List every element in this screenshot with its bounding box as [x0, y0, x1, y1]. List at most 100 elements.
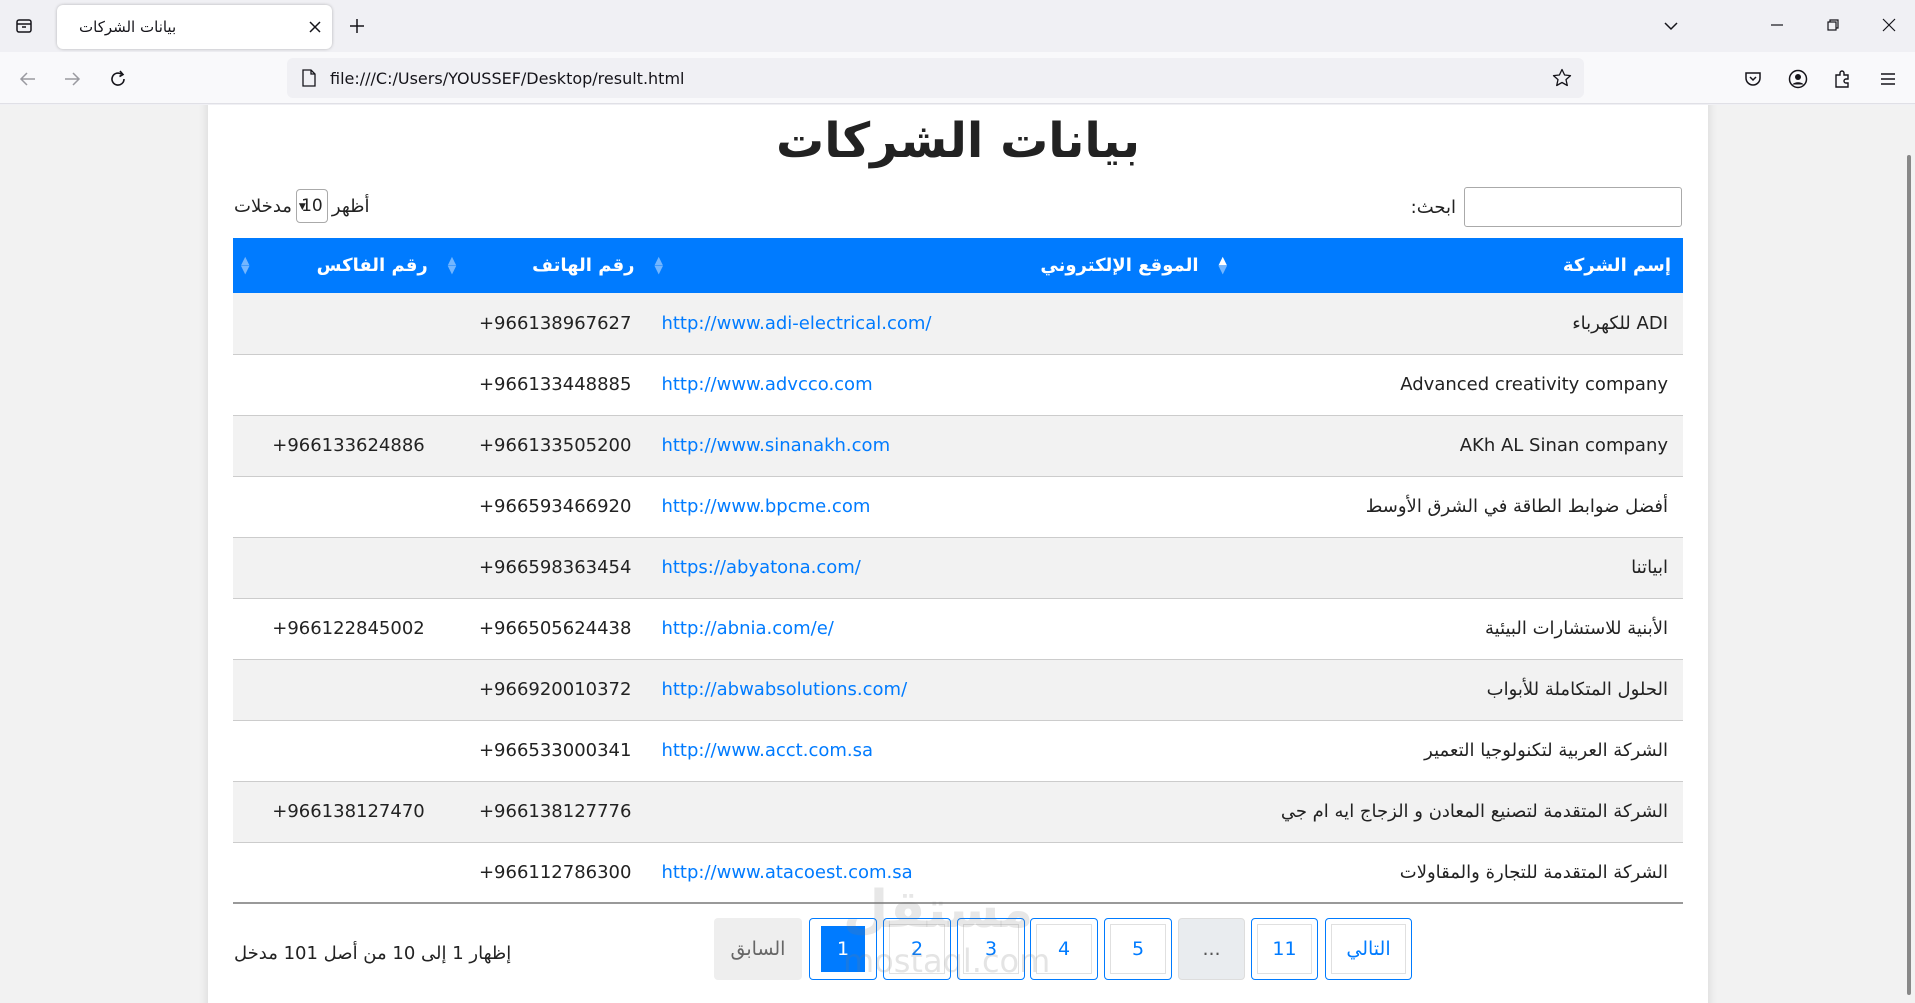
length-control: أظهر 10 ▼ مدخلات — [234, 189, 369, 223]
forward-arrow-icon[interactable] — [56, 63, 88, 95]
pagination-previous-button[interactable]: السابق — [714, 918, 802, 980]
website-cell — [646, 781, 1211, 843]
table-row: الشركة العربية لتكنولوجيا التعمير http://… — [233, 720, 1683, 782]
table-row: AKh AL Sinan company http://www.sinanakh.… — [233, 415, 1683, 477]
phone-cell: +966138967627 — [439, 293, 647, 355]
table-row: الشركة المتقدمة لتصنيع المعادن و الزجاج … — [233, 781, 1683, 843]
phone-cell: +966533000341 — [439, 720, 647, 782]
website-cell: http://www.advcco.com — [646, 354, 1211, 416]
pagination-page-11[interactable]: 11 — [1251, 918, 1318, 980]
company-name-cell: الحلول المتكاملة للأبواب — [1210, 659, 1683, 721]
fax-cell: +966133624886 — [233, 415, 440, 477]
search-label: :ابحث — [1410, 196, 1456, 218]
page-viewport: بيانات الشركات أظهر 10 ▼ مدخلات :ابحث إس… — [0, 105, 1915, 1003]
phone-cell: +966133505200 — [439, 415, 647, 477]
chevron-down-icon: ▼ — [298, 202, 306, 212]
fax-cell: +966122845002 — [233, 598, 440, 660]
fax-cell: +966138127470 — [233, 781, 440, 843]
website-link[interactable]: http://www.adi-electrical.com/ — [661, 313, 931, 334]
column-header-fax[interactable]: رقم الفاكس ▲ ▼ — [233, 238, 440, 293]
page-title: بيانات الشركات — [776, 113, 1140, 169]
sort-icon: ▲ ▼ — [241, 254, 250, 276]
watermark-arabic: مستقل — [843, 880, 1034, 940]
length-entries-label: مدخلات — [234, 195, 292, 217]
website-cell: http://www.adi-electrical.com/ — [646, 293, 1211, 355]
table-row: أفضل ضوابط الطاقة في الشرق الأوسط http://… — [233, 476, 1683, 538]
website-link[interactable]: http://abwabsolutions.com/ — [661, 679, 907, 700]
table-row: الحلول المتكاملة للأبواب http://abwabsolu… — [233, 659, 1683, 721]
website-link[interactable]: http://www.sinanakh.com — [661, 435, 890, 456]
company-name-cell: الشركة المتقدمة لتصنيع المعادن و الزجاج … — [1210, 781, 1683, 843]
restore-icon[interactable] — [1816, 10, 1850, 40]
fax-cell — [233, 476, 440, 538]
new-tab-plus-icon[interactable] — [343, 12, 371, 40]
sort-icon: ▲ ▼ — [447, 254, 457, 276]
website-cell: http://www.bpcme.com — [646, 476, 1211, 538]
phone-cell: +966598363454 — [439, 537, 647, 599]
reload-icon[interactable] — [102, 63, 134, 95]
active-tab[interactable]: بيانات الشركات — [57, 5, 332, 49]
website-link[interactable]: http://www.bpcme.com — [661, 496, 870, 517]
close-icon[interactable] — [303, 15, 327, 39]
pocket-icon[interactable] — [1737, 63, 1769, 95]
company-name-cell: الشركة المتقدمة للتجارة والمقاولات — [1210, 842, 1683, 904]
back-arrow-icon[interactable] — [12, 63, 44, 95]
website-cell: https://abyatona.com/ — [646, 537, 1211, 599]
url-bar[interactable]: file:///C:/Users/YOUSSEF/Desktop/result.… — [287, 58, 1584, 98]
tab-bar: بيانات الشركات — [0, 0, 1915, 52]
phone-cell: +966138127776 — [439, 781, 647, 843]
vertical-scrollbar[interactable] — [1901, 105, 1915, 1003]
fax-cell — [233, 537, 440, 599]
website-cell: http://www.acct.com.sa — [646, 720, 1211, 782]
extensions-puzzle-icon[interactable] — [1827, 63, 1859, 95]
page-icon — [299, 68, 319, 88]
table-header-row: إسم الشركة ▲ ▼ الموقع الإلكتروني ▲ ▼ رقم ا… — [233, 238, 1683, 293]
fax-cell — [233, 720, 440, 782]
bookmark-star-icon[interactable] — [1548, 64, 1576, 92]
phone-cell: +966505624438 — [439, 598, 647, 660]
website-cell: http://abwabsolutions.com/ — [646, 659, 1211, 721]
scrollbar-thumb[interactable] — [1907, 155, 1911, 995]
sort-ascending-icon: ▲ ▼ — [1218, 254, 1227, 276]
website-link[interactable]: http://www.advcco.com — [661, 374, 872, 395]
search-control: :ابحث — [1411, 187, 1682, 227]
website-cell: http://www.sinanakh.com — [646, 415, 1211, 477]
minimize-icon[interactable] — [1760, 10, 1794, 40]
account-icon[interactable] — [1782, 63, 1814, 95]
table-row: ADI للكهرباء http://www.adi-electrical.co… — [233, 293, 1683, 355]
website-link[interactable]: https://abyatona.com/ — [661, 557, 860, 578]
column-header-website[interactable]: الموقع الإلكتروني ▲ ▼ — [646, 238, 1211, 293]
fax-cell — [233, 659, 440, 721]
website-cell: http://abnia.com/e/ — [646, 598, 1211, 660]
fax-cell — [233, 354, 440, 416]
phone-cell: +966112786300 — [439, 842, 647, 904]
chevron-down-icon[interactable] — [1657, 12, 1685, 40]
tab-list-icon[interactable] — [10, 12, 38, 40]
company-name-cell: الشركة العربية لتكنولوجيا التعمير — [1210, 720, 1683, 782]
table-row: الأبنية للاستشارات البيئية http://abnia.c… — [233, 598, 1683, 660]
tab-title: بيانات الشركات — [79, 18, 177, 36]
website-link[interactable]: http://abnia.com/e/ — [661, 618, 833, 639]
pagination-next-button[interactable]: التالي — [1325, 918, 1412, 980]
window-close-icon[interactable] — [1872, 10, 1906, 40]
fax-cell — [233, 293, 440, 355]
column-header-company-name[interactable]: إسم الشركة ▲ ▼ — [1210, 238, 1683, 293]
search-input[interactable] — [1464, 187, 1682, 227]
pagination-page-5[interactable]: 5 — [1104, 918, 1172, 980]
hamburger-menu-icon[interactable] — [1872, 63, 1904, 95]
table-row: ابياتنا https://abyatona.com/ +96659836345… — [233, 537, 1683, 599]
watermark-latin: mostaql.com — [843, 942, 1051, 980]
phone-cell: +966133448885 — [439, 354, 647, 416]
company-name-cell: ADI للكهرباء — [1210, 293, 1683, 355]
column-header-phone[interactable]: رقم الهاتف ▲ ▼ — [439, 238, 647, 293]
website-link[interactable]: http://www.acct.com.sa — [661, 740, 873, 761]
url-text[interactable]: file:///C:/Users/YOUSSEF/Desktop/result.… — [330, 69, 684, 88]
companies-table: إسم الشركة ▲ ▼ الموقع الإلكتروني ▲ ▼ رقم ا… — [233, 238, 1683, 904]
navigation-bar: file:///C:/Users/YOUSSEF/Desktop/result.… — [0, 52, 1915, 104]
company-name-cell: Advanced creativity company — [1210, 354, 1683, 416]
company-name-cell: ابياتنا — [1210, 537, 1683, 599]
length-show-label: أظهر — [331, 195, 370, 217]
entries-per-page-select[interactable]: 10 ▼ — [295, 189, 328, 223]
content-container: بيانات الشركات أظهر 10 ▼ مدخلات :ابحث إس… — [208, 105, 1708, 1003]
table-row: Advanced creativity company http://www.ad… — [233, 354, 1683, 416]
